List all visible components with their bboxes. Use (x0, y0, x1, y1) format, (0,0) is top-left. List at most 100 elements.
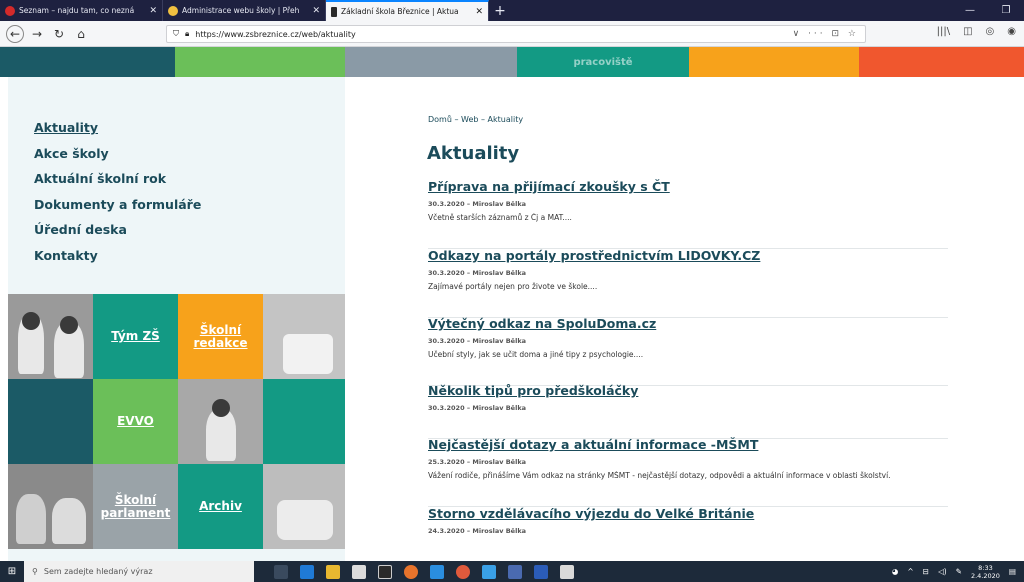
photos-icon[interactable] (560, 564, 574, 579)
mail-icon[interactable] (378, 564, 392, 579)
search-placeholder: Sem zadejte hledaný výraz (43, 567, 153, 576)
address-bar[interactable]: ⛉ 🔒︎ https://www.zsbreznice.cz/web/aktua… (166, 25, 866, 43)
article-meta: 30.3.2020 – Miroslav Bělka (428, 337, 527, 345)
app-icon[interactable] (508, 564, 522, 579)
network-icon[interactable]: ⊟ (923, 567, 929, 576)
toolbar-right: |||\ ◫ ◎ ◉ (937, 26, 1016, 37)
browser-tab-administrace[interactable]: Administrace webu školy | Přeh ✕ (163, 0, 326, 21)
sidebar-item-dokumenty[interactable]: Dokumenty a formuláře (34, 192, 201, 218)
close-icon[interactable]: ✕ (312, 6, 320, 16)
article-item: Několik tipů pro předškoláčky 30.3.2020 … (428, 383, 948, 439)
minimize-icon[interactable]: — (952, 5, 988, 16)
article-meta: 30.3.2020 – Miroslav Bělka (428, 200, 527, 208)
browser-tab-seznam[interactable]: Seznam – najdu tam, co nezná ✕ (0, 0, 163, 21)
chrome-icon[interactable] (404, 564, 418, 579)
main-content: Domů – Web – Aktuality Aktuality Příprav… (345, 77, 1024, 561)
restore-icon[interactable]: ❐ (988, 5, 1024, 16)
help-icon[interactable]: ◕ (892, 567, 899, 576)
article-title-link[interactable]: Výtečný odkaz na SpoluDoma.cz (428, 316, 948, 332)
page-actions-icon[interactable]: ∨ ··· ⊡ ☆ (793, 29, 859, 39)
windows-start-icon[interactable]: ⊞ (0, 566, 24, 577)
forward-button[interactable]: → (28, 25, 46, 43)
taskbar-apps (274, 564, 574, 579)
task-view-icon[interactable] (274, 564, 288, 579)
tile-decor-dark (8, 379, 93, 464)
lock-icon: 🔒︎ (185, 29, 190, 38)
close-icon[interactable]: ✕ (149, 6, 157, 16)
screen: Seznam – najdu tam, co nezná ✕ Administr… (0, 0, 1024, 582)
article-meta: 30.3.2020 – Miroslav Bělka (428, 269, 527, 277)
clock-date: 2.4.2020 (970, 571, 1000, 580)
article-item: Výtečný odkaz na SpoluDoma.cz 30.3.2020 … (428, 316, 948, 386)
account-icon[interactable]: ◎ (986, 26, 995, 37)
sidebar-item-akce-skoly[interactable]: Akce školy (34, 141, 201, 167)
article-title-link[interactable]: Několik tipů pro předškoláčky (428, 383, 948, 399)
banner-segment[interactable] (859, 47, 1024, 77)
app-icon[interactable] (482, 564, 496, 579)
banner-segment[interactable] (689, 47, 859, 77)
back-button[interactable]: ← (6, 24, 24, 43)
url-text: https://www.zsbreznice.cz/web/aktuality (195, 29, 356, 39)
tile-tym-zs[interactable]: Tým ZŠ (93, 294, 178, 379)
os-taskbar: ⊞ ⚲ Sem zadejte hledaný výraz ◕ ^ ⊟ ◁) ✎ (0, 561, 1024, 582)
webpage: pracoviště Aktuality Akce školy Aktuální… (0, 47, 1024, 561)
firefox-icon[interactable] (456, 564, 470, 579)
article-excerpt: Učební styly, jak se učit doma a jiné ti… (428, 350, 644, 359)
file-explorer-icon[interactable] (326, 564, 340, 579)
photo-tile-students (8, 294, 93, 379)
banner-segment[interactable] (0, 47, 175, 77)
clock[interactable]: 8:33 2.4.2020 (971, 564, 1000, 580)
word-icon[interactable] (534, 564, 548, 579)
window-controls: — ❐ (952, 0, 1024, 21)
tile-decor-teal (263, 379, 345, 464)
article-excerpt: Vážení rodiče, přinášíme Vám odkaz na st… (428, 471, 891, 480)
home-button[interactable]: ⌂ (72, 25, 90, 43)
taskbar-search-box[interactable]: ⚲ Sem zadejte hledaný výraz (24, 561, 254, 582)
article-title-link[interactable]: Storno vzdělávacího výjezdu do Velké Bri… (428, 506, 948, 522)
banner-segment-pracoviste[interactable]: pracoviště (517, 47, 689, 77)
volume-icon[interactable]: ◁) (938, 567, 947, 576)
article-item: Příprava na přijímací zkoušky s ČT 30.3.… (428, 179, 948, 249)
close-icon[interactable]: ✕ (475, 7, 483, 17)
sidebar-item-aktuality[interactable]: Aktuality (34, 115, 201, 141)
tile-skolni-parlament[interactable]: Školní parlament (93, 464, 178, 549)
ie-icon[interactable] (430, 564, 444, 579)
sidebar-item-uredni-deska[interactable]: Úřední deska (34, 217, 201, 243)
sidebar-icon[interactable]: ◫ (963, 26, 972, 37)
photo-tile-writing (263, 294, 345, 379)
chevron-up-icon[interactable]: ^ (907, 567, 913, 576)
banner-segment[interactable] (345, 47, 517, 77)
browser-navigation-bar: ← → ↻ ⌂ ⛉ 🔒︎ https://www.zsbreznice.cz/w… (0, 21, 1024, 47)
reload-button[interactable]: ↻ (50, 25, 68, 43)
search-icon: ⚲ (32, 567, 38, 576)
article-meta: 30.3.2020 – Miroslav Bělka (428, 404, 527, 412)
sidebar-navigation: Aktuality Akce školy Aktuální školní rok… (34, 115, 201, 268)
photo-tile-hands (263, 464, 345, 549)
new-tab-button[interactable]: + (489, 0, 511, 21)
notifications-icon[interactable]: ▤ (1009, 567, 1016, 576)
edge-icon[interactable] (300, 564, 314, 579)
sidebar-item-aktualni-skolni-rok[interactable]: Aktuální školní rok (34, 166, 201, 192)
shield-icon: ⛉ (173, 29, 179, 38)
tile-skolni-redakce[interactable]: Školní redakce (178, 294, 263, 379)
article-title-link[interactable]: Příprava na přijímací zkoušky s ČT (428, 179, 948, 195)
page-title: Aktuality (427, 143, 520, 164)
pen-icon[interactable]: ✎ (956, 567, 962, 576)
library-icon[interactable]: |||\ (937, 26, 950, 37)
browser-tab-bar: Seznam – najdu tam, co nezná ✕ Administr… (0, 0, 1024, 21)
sidebar-item-kontakty[interactable]: Kontakty (34, 243, 201, 269)
tile-archiv[interactable]: Archiv (178, 464, 263, 549)
banner-segment[interactable] (175, 47, 345, 77)
article-item: Nejčastější dotazy a aktuální informace … (428, 437, 948, 507)
tile-evvo[interactable]: EVVO (93, 379, 178, 464)
article-title-link[interactable]: Odkazy na portály prostřednictvím LIDOVK… (428, 248, 948, 264)
school-favicon-icon (331, 6, 337, 17)
article-excerpt: Včetně starších záznamů z Čj a MAT.... (428, 213, 572, 222)
browser-tab-zs-breznice[interactable]: Základní škola Březnice | Aktua ✕ (326, 0, 489, 21)
article-meta: 24.3.2020 – Miroslav Bělka (428, 527, 527, 535)
article-item: Odkazy na portály prostřednictvím LIDOVK… (428, 248, 948, 318)
store-icon[interactable] (352, 564, 366, 579)
article-title-link[interactable]: Nejčastější dotazy a aktuální informace … (428, 437, 948, 453)
breadcrumb[interactable]: Domů – Web – Aktuality (428, 115, 523, 124)
extension-icon[interactable]: ◉ (1007, 26, 1016, 37)
